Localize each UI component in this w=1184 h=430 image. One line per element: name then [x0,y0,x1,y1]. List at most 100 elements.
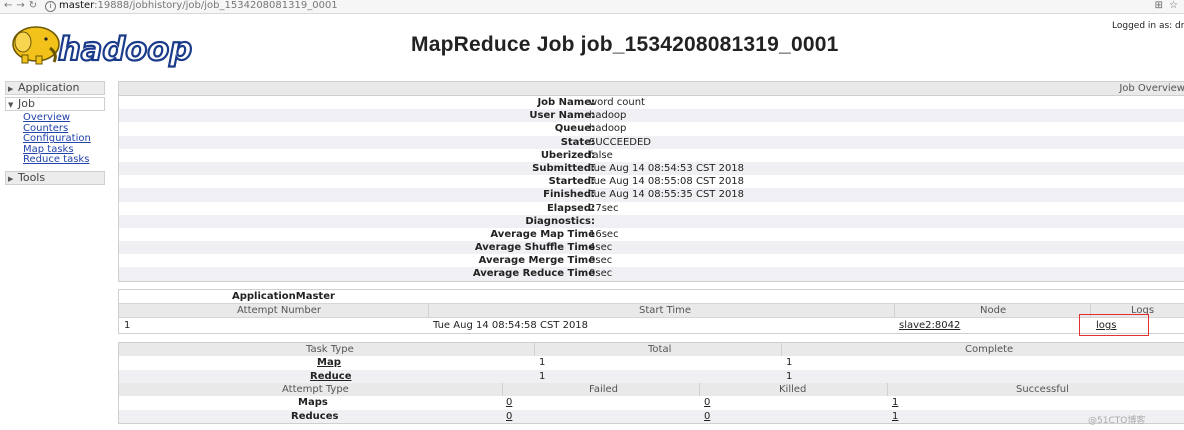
overview-value: 0sec [589,268,613,280]
overview-value: false [589,149,613,161]
nav-link-overview[interactable]: Overview [23,112,105,124]
overview-row: Average Reduce Time 0sec [119,267,1184,281]
attempt-type-maps: Maps [298,397,328,408]
table-row: Reduces 0 0 1 [119,409,1184,424]
maps-failed-link[interactable]: 0 [506,396,512,410]
overview-value: Tue Aug 14 08:55:08 CST 2018 [589,176,745,188]
maps-killed-link[interactable]: 0 [704,396,710,410]
map-total: 1 [539,357,546,368]
overview-label: Job Name: [537,97,595,108]
translate-icon[interactable]: ⊞ [1155,0,1163,11]
nav-tools-label: Tools [18,170,46,184]
col-task-type[interactable]: Task Type [306,343,354,356]
bookmark-star-icon[interactable]: ☆ [1169,0,1178,11]
tasks-table: Task Type Total Complete Map 1 1 Reduce … [118,342,1184,424]
logged-in-user: Logged in as: dr.wh [1112,21,1184,31]
browser-address-bar: ←→↻ i master:19888/jobhistory/job/job_15… [0,0,1184,14]
overview-value: hadoop [589,110,627,122]
overview-label: Average Map Time [490,228,595,240]
job-overview-table: Job Overview Job Name: word count User Nam… [118,81,1184,282]
overview-value: Tue Aug 14 08:54:53 CST 2018 [589,162,745,174]
col-attempt-type[interactable]: Attempt Type [282,383,349,396]
overview-value: 27sec [589,202,619,214]
table-row: 1 Tue Aug 14 08:54:58 CST 2018 slave2:80… [119,318,1184,333]
back-forward-icons[interactable]: ←→↻ [4,0,41,12]
application-master-table: ApplicationMaster Attempt Number Start T… [118,289,1184,334]
maps-successful-link[interactable]: 1 [892,396,898,410]
col-node[interactable]: Node [980,304,1006,317]
table-row: Reduce 1 1 [119,369,1184,384]
browser-actions: ⊞ ☆ [1149,0,1178,12]
node-link[interactable]: slave2:8042 [899,318,960,333]
nav-job[interactable]: ▼ Job [5,97,105,111]
reduces-killed-link[interactable]: 0 [704,410,710,424]
application-master-title: ApplicationMaster [232,291,335,302]
overview-row: Average Shuffle Time 4sec [119,241,1184,255]
attempt-number: 1 [124,320,131,331]
task-type-reduce-link[interactable]: Reduce [310,370,351,384]
overview-row: Average Map Time 16sec [119,228,1184,241]
table-row: Map 1 1 [119,356,1184,370]
url-path: :19888/jobhistory/job/job_1534208081319_… [94,0,338,11]
highlight-box [1079,314,1149,336]
site-info-icon[interactable]: i [45,1,56,12]
col-successful[interactable]: Successful [1016,383,1069,396]
overview-value: 0sec [589,255,613,267]
overview-row: Elapsed: 27sec [119,202,1184,215]
logo-text: hadoop [58,30,192,68]
overview-row: Uberized: false [119,149,1184,162]
nav-link-reduce-tasks[interactable]: Reduce tasks [23,155,105,166]
overview-label: Average Reduce Time [472,268,595,280]
overview-label: User Name: [529,110,595,122]
overview-label: Submitted: [532,162,595,174]
overview-row: Submitted: Tue Aug 14 08:54:53 CST 2018 [119,161,1184,176]
overview-value: 16sec [589,228,619,240]
nav-job-label: Job [18,97,35,110]
col-complete[interactable]: Complete [965,343,1013,356]
col-start-time[interactable]: Start Time [639,304,691,317]
nav-application-label: Application [18,81,80,94]
reduce-complete: 1 [786,370,793,382]
nav-tools[interactable]: ▶ Tools [5,170,105,185]
attempts-header: Attempt Type Failed Killed Successful [119,383,1184,396]
reduce-total: 1 [539,370,546,382]
reduces-failed-link[interactable]: 0 [506,410,512,424]
overview-value: hadoop [589,123,627,135]
overview-row: Started: Tue Aug 14 08:55:08 CST 2018 [119,175,1184,188]
tasks-header: Task Type Total Complete [119,343,1184,356]
overview-label: Average Merge Time [478,255,595,267]
col-total[interactable]: Total [648,343,671,356]
expanded-triangle-icon: ▼ [8,101,14,109]
map-complete: 1 [786,357,793,368]
overview-row: Finished: Tue Aug 14 08:55:35 CST 2018 [119,188,1184,202]
collapsed-triangle-icon: ▶ [8,85,14,93]
job-overview-heading: Job Overview [119,82,1184,96]
col-failed[interactable]: Failed [589,383,618,396]
overview-row: Job Name: word count [119,96,1184,109]
overview-row: Queue: hadoop [119,122,1184,135]
overview-row: Diagnostics: [119,214,1184,228]
overview-label: Elapsed: [546,202,595,214]
application-master-header: Attempt Number Start Time Node Logs [119,303,1184,318]
nav-application[interactable]: ▶ Application [5,81,105,95]
attempt-start-time: Tue Aug 14 08:54:58 CST 2018 [433,320,589,331]
url-field[interactable]: master:19888/jobhistory/job/job_15342080… [59,0,338,12]
overview-label: Average Shuffle Time [474,242,595,254]
watermark: @51CTO博客 [1088,416,1146,426]
job-links: Overview Counters Configuration Map task… [5,112,105,166]
attempt-type-reduces: Reduces [291,410,339,422]
overview-row: User Name: hadoop [119,109,1184,123]
overview-label: Finished: [543,189,595,201]
overview-value: SUCCEEDED [589,136,651,148]
left-nav: ▶ Application ▼ Job Overview Counters Conf… [5,81,105,187]
col-attempt-number[interactable]: Attempt Number [237,304,321,317]
page-title: MapReduce Job job_1534208081319_0001 [411,33,839,56]
hadoop-logo[interactable]: hadoop [6,22,196,68]
overview-label: Diagnostics: [525,215,595,227]
col-killed[interactable]: Killed [779,383,806,396]
task-type-map-link[interactable]: Map [317,356,341,370]
overview-row: State: SUCCEEDED [119,135,1184,149]
overview-label: Uberized: [540,149,595,161]
reduces-successful-link[interactable]: 1 [892,410,898,424]
overview-value: 4sec [589,242,613,254]
